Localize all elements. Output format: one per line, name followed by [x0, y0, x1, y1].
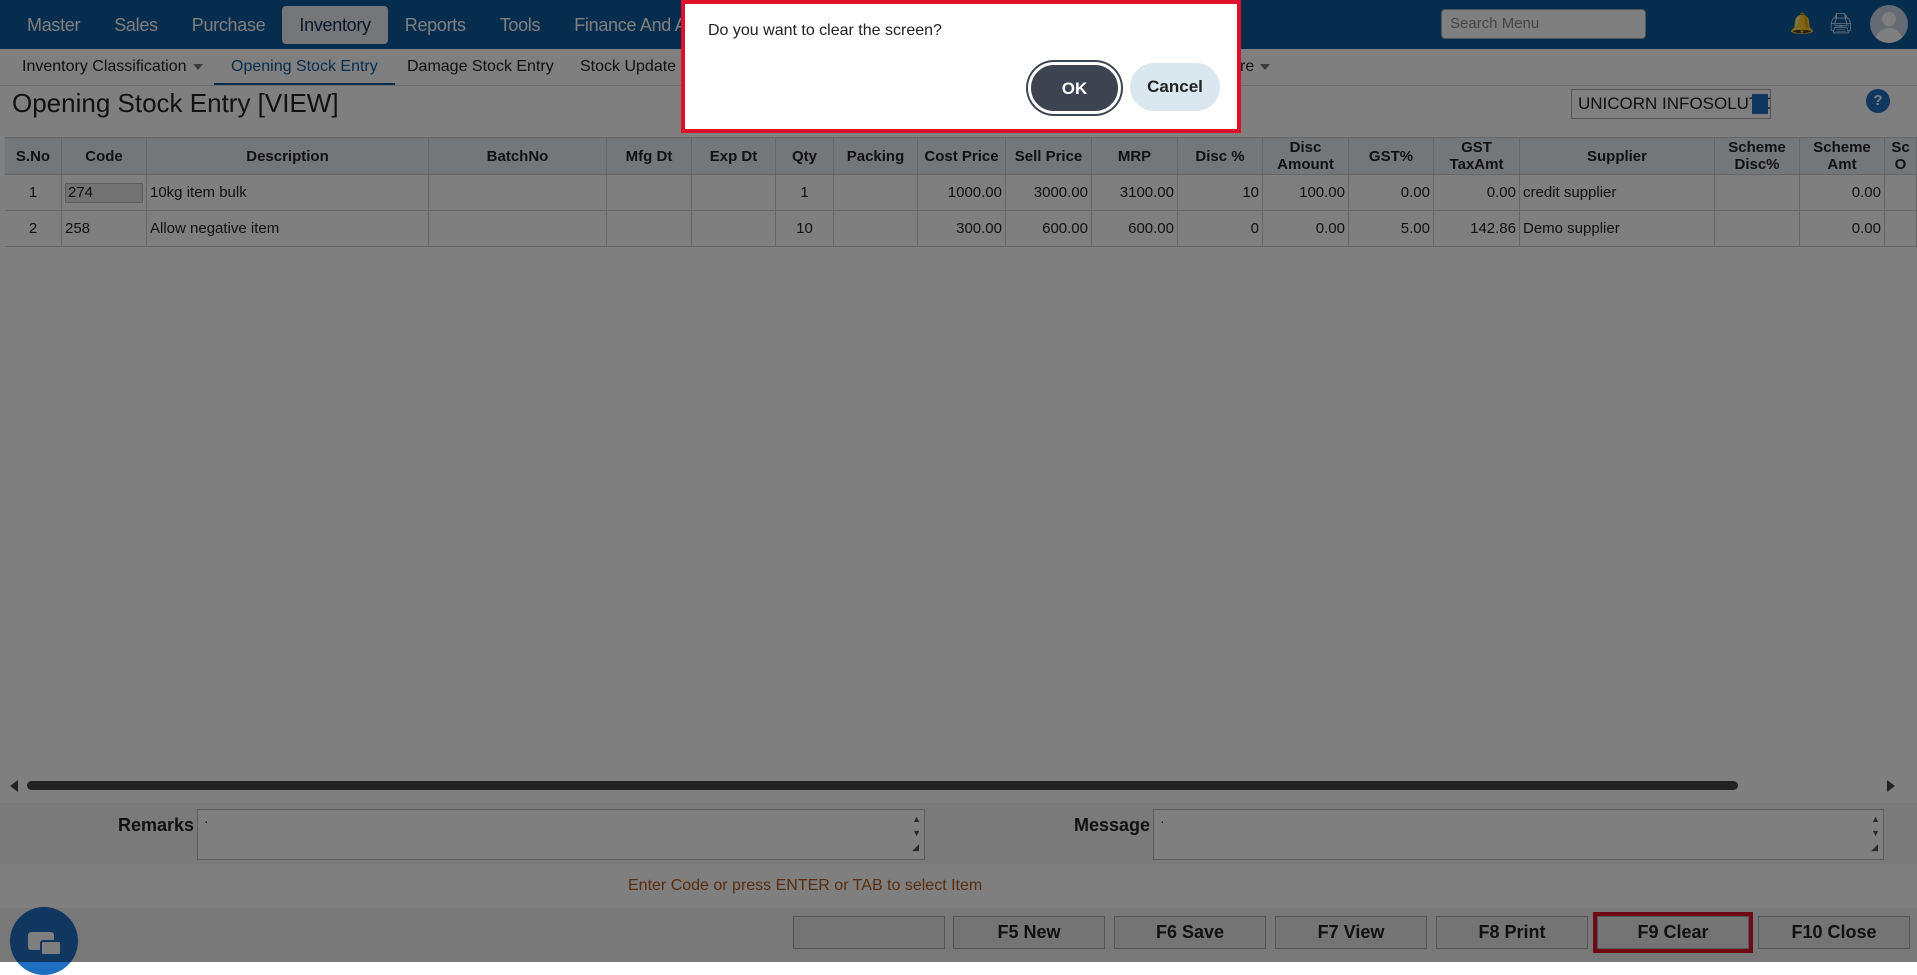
dialog-message: Do you want to clear the screen?: [708, 22, 942, 39]
ok-button[interactable]: OK: [1028, 62, 1121, 114]
cancel-button[interactable]: Cancel: [1130, 63, 1220, 111]
modal-overlay: [0, 0, 1917, 962]
confirm-dialog: Do you want to clear the screen? OK Canc…: [681, 0, 1241, 133]
